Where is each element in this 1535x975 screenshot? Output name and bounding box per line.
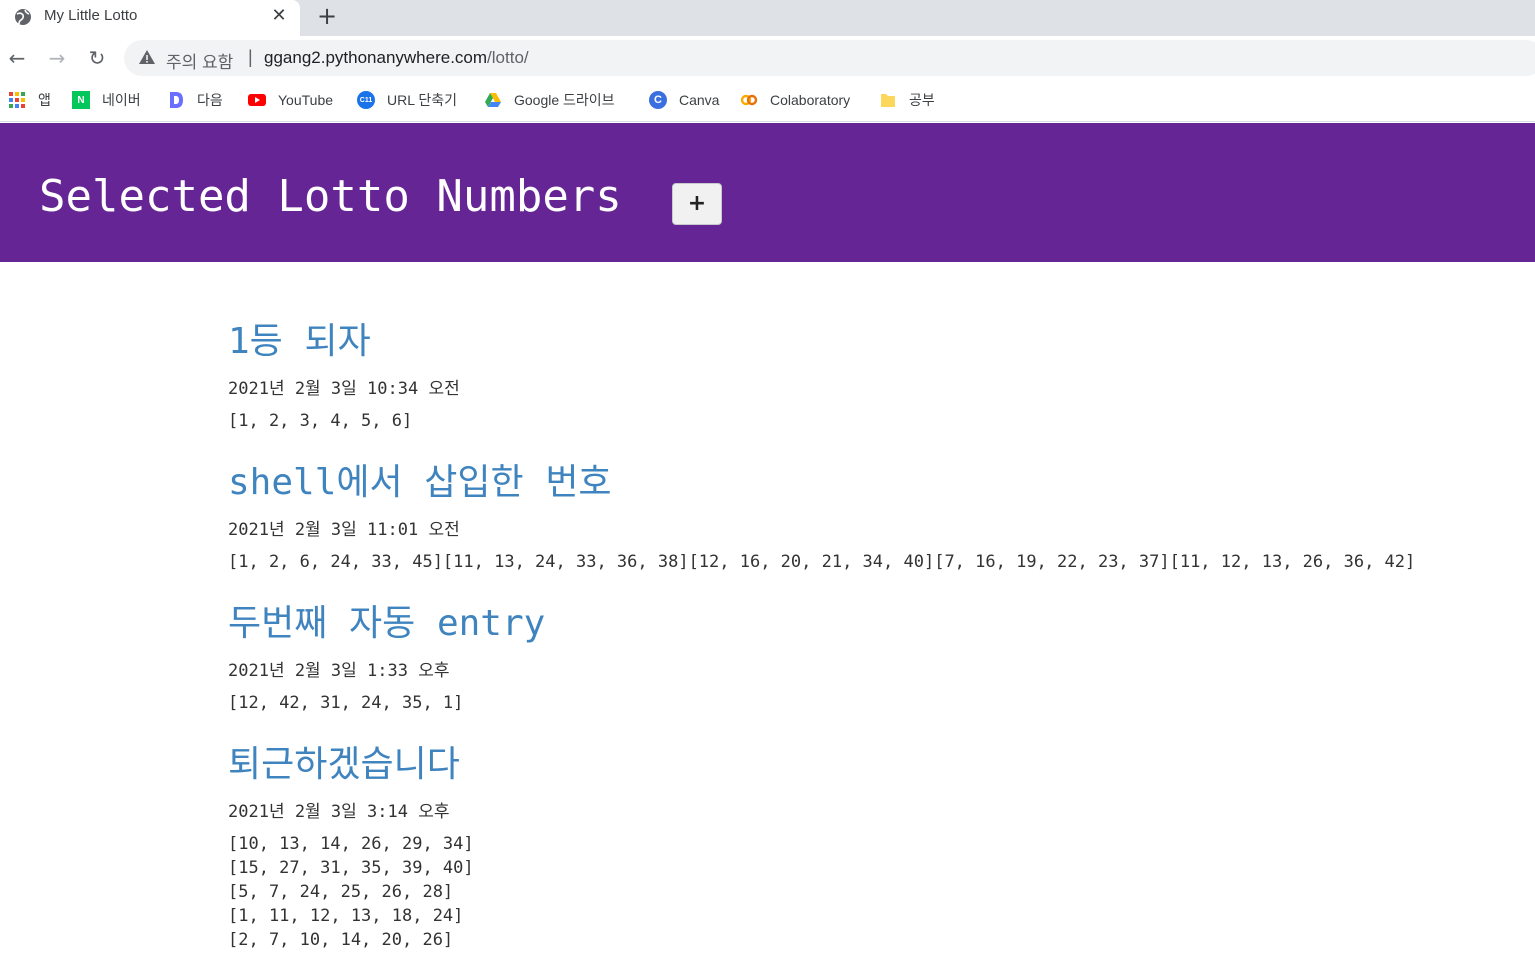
bookmark-label: 다음 [197,92,223,108]
naver-icon: N [72,91,90,109]
add-post-button[interactable]: + [672,183,722,225]
tab-title: My Little Lotto [44,7,138,24]
bookmark-google-drive[interactable]: Google 드라이브 [484,89,615,111]
post-entry: shell에서 삽입한 번호 2021년 2월 3일 11:01 오전 [1, … [228,453,1415,572]
post-numbers: [2, 7, 10, 14, 20, 26] [228,930,454,950]
colab-icon [740,94,758,106]
globe-icon [15,9,31,25]
forward-arrow-icon[interactable]: → [42,43,72,73]
post-title-link[interactable]: 퇴근하겠습니다 [228,735,474,787]
url-separator: | [248,47,253,67]
url-path: /lotto/ [487,48,529,67]
post-date: 2021년 2월 3일 3:14 오후 [228,802,450,822]
canva-icon: C [649,91,667,109]
security-label[interactable]: 주의 요함 [166,48,233,73]
bookmark-colaboratory[interactable]: Colaboratory [740,89,850,111]
page-header: Selected Lotto Numbers + [0,123,1535,262]
post-title-link[interactable]: shell에서 삽입한 번호 [228,453,1415,505]
post-numbers: [1, 11, 12, 13, 18, 24] [228,906,464,926]
post-numbers: [1, 2, 3, 4, 5, 6] [228,411,413,431]
bookmark-label: Colaboratory [770,92,851,108]
bookmark-folder-study[interactable]: 공부 [879,89,935,111]
bookmark-canva[interactable]: C Canva [649,89,719,111]
post-entry: 퇴근하겠습니다 2021년 2월 3일 3:14 오후 [10, 13, 14,… [228,735,474,950]
folder-icon [881,94,895,107]
post-entry: 1등 되자 2021년 2월 3일 10:34 오전 [1, 2, 3, 4, … [228,312,460,431]
post-entry: 두번째 자동 entry 2021년 2월 3일 1:33 오후 [12, 42… [228,594,545,713]
post-title-link[interactable]: 1등 되자 [228,312,460,364]
post-numbers: [12, 42, 31, 24, 35, 1] [228,693,464,713]
url-shortener-icon: C11 [357,91,375,109]
bookmark-label: YouTube [278,92,334,108]
bookmark-label: 앱 [38,92,51,108]
post-date: 2021년 2월 3일 10:34 오전 [228,379,460,399]
url-text[interactable]: ggang2.pythonanywhere.com/lotto/ [264,48,529,68]
post-date: 2021년 2월 3일 1:33 오후 [228,661,450,681]
apps-grid-icon [9,92,25,108]
bookmark-label: 공부 [909,92,935,108]
browser-tab[interactable]: My Little Lotto ✕ [0,0,300,36]
bookmark-youtube[interactable]: YouTube [248,89,333,111]
tab-strip: My Little Lotto ✕ + [0,0,1535,36]
bookmark-daum[interactable]: 다음 [167,89,223,111]
google-drive-icon [485,93,501,107]
bookmark-url-shortener[interactable]: C11 URL 단축기 [357,89,457,111]
bookmark-label: 네이버 [102,92,141,108]
youtube-icon [248,94,266,106]
bookmarks-bar: 앱 N 네이버 다음 YouTube C11 URL 단축기 Google 드라… [0,80,1535,122]
bookmark-label: Canva [679,92,720,108]
post-numbers: [5, 7, 24, 25, 26, 28] [228,882,454,902]
bookmark-apps[interactable]: 앱 [8,89,51,111]
browser-toolbar: ← → ↻ 주의 요함 | ggang2.pythonanywhere.com/… [0,36,1535,80]
post-numbers: [10, 13, 14, 26, 29, 34] [228,834,474,854]
reload-icon[interactable]: ↻ [82,43,112,73]
back-arrow-icon[interactable]: ← [2,43,32,73]
warning-icon[interactable] [138,48,156,66]
post-numbers: [1, 2, 6, 24, 33, 45][11, 13, 24, 33, 36… [228,552,1416,572]
address-bar[interactable]: 주의 요함 | ggang2.pythonanywhere.com/lotto/ [124,40,1535,76]
post-title-link[interactable]: 두번째 자동 entry [228,594,545,646]
page-title: Selected Lotto Numbers [39,171,622,222]
close-tab-icon[interactable]: ✕ [268,5,290,27]
url-domain: ggang2.pythonanywhere.com [264,48,488,67]
bookmark-label: URL 단축기 [387,92,458,108]
bookmark-naver[interactable]: N 네이버 [72,89,141,111]
bookmark-label: Google 드라이브 [514,92,615,108]
post-numbers: [15, 27, 31, 35, 39, 40] [228,858,474,878]
new-tab-icon[interactable]: + [314,3,340,29]
post-date: 2021년 2월 3일 11:01 오전 [228,520,460,540]
daum-icon [170,92,183,108]
